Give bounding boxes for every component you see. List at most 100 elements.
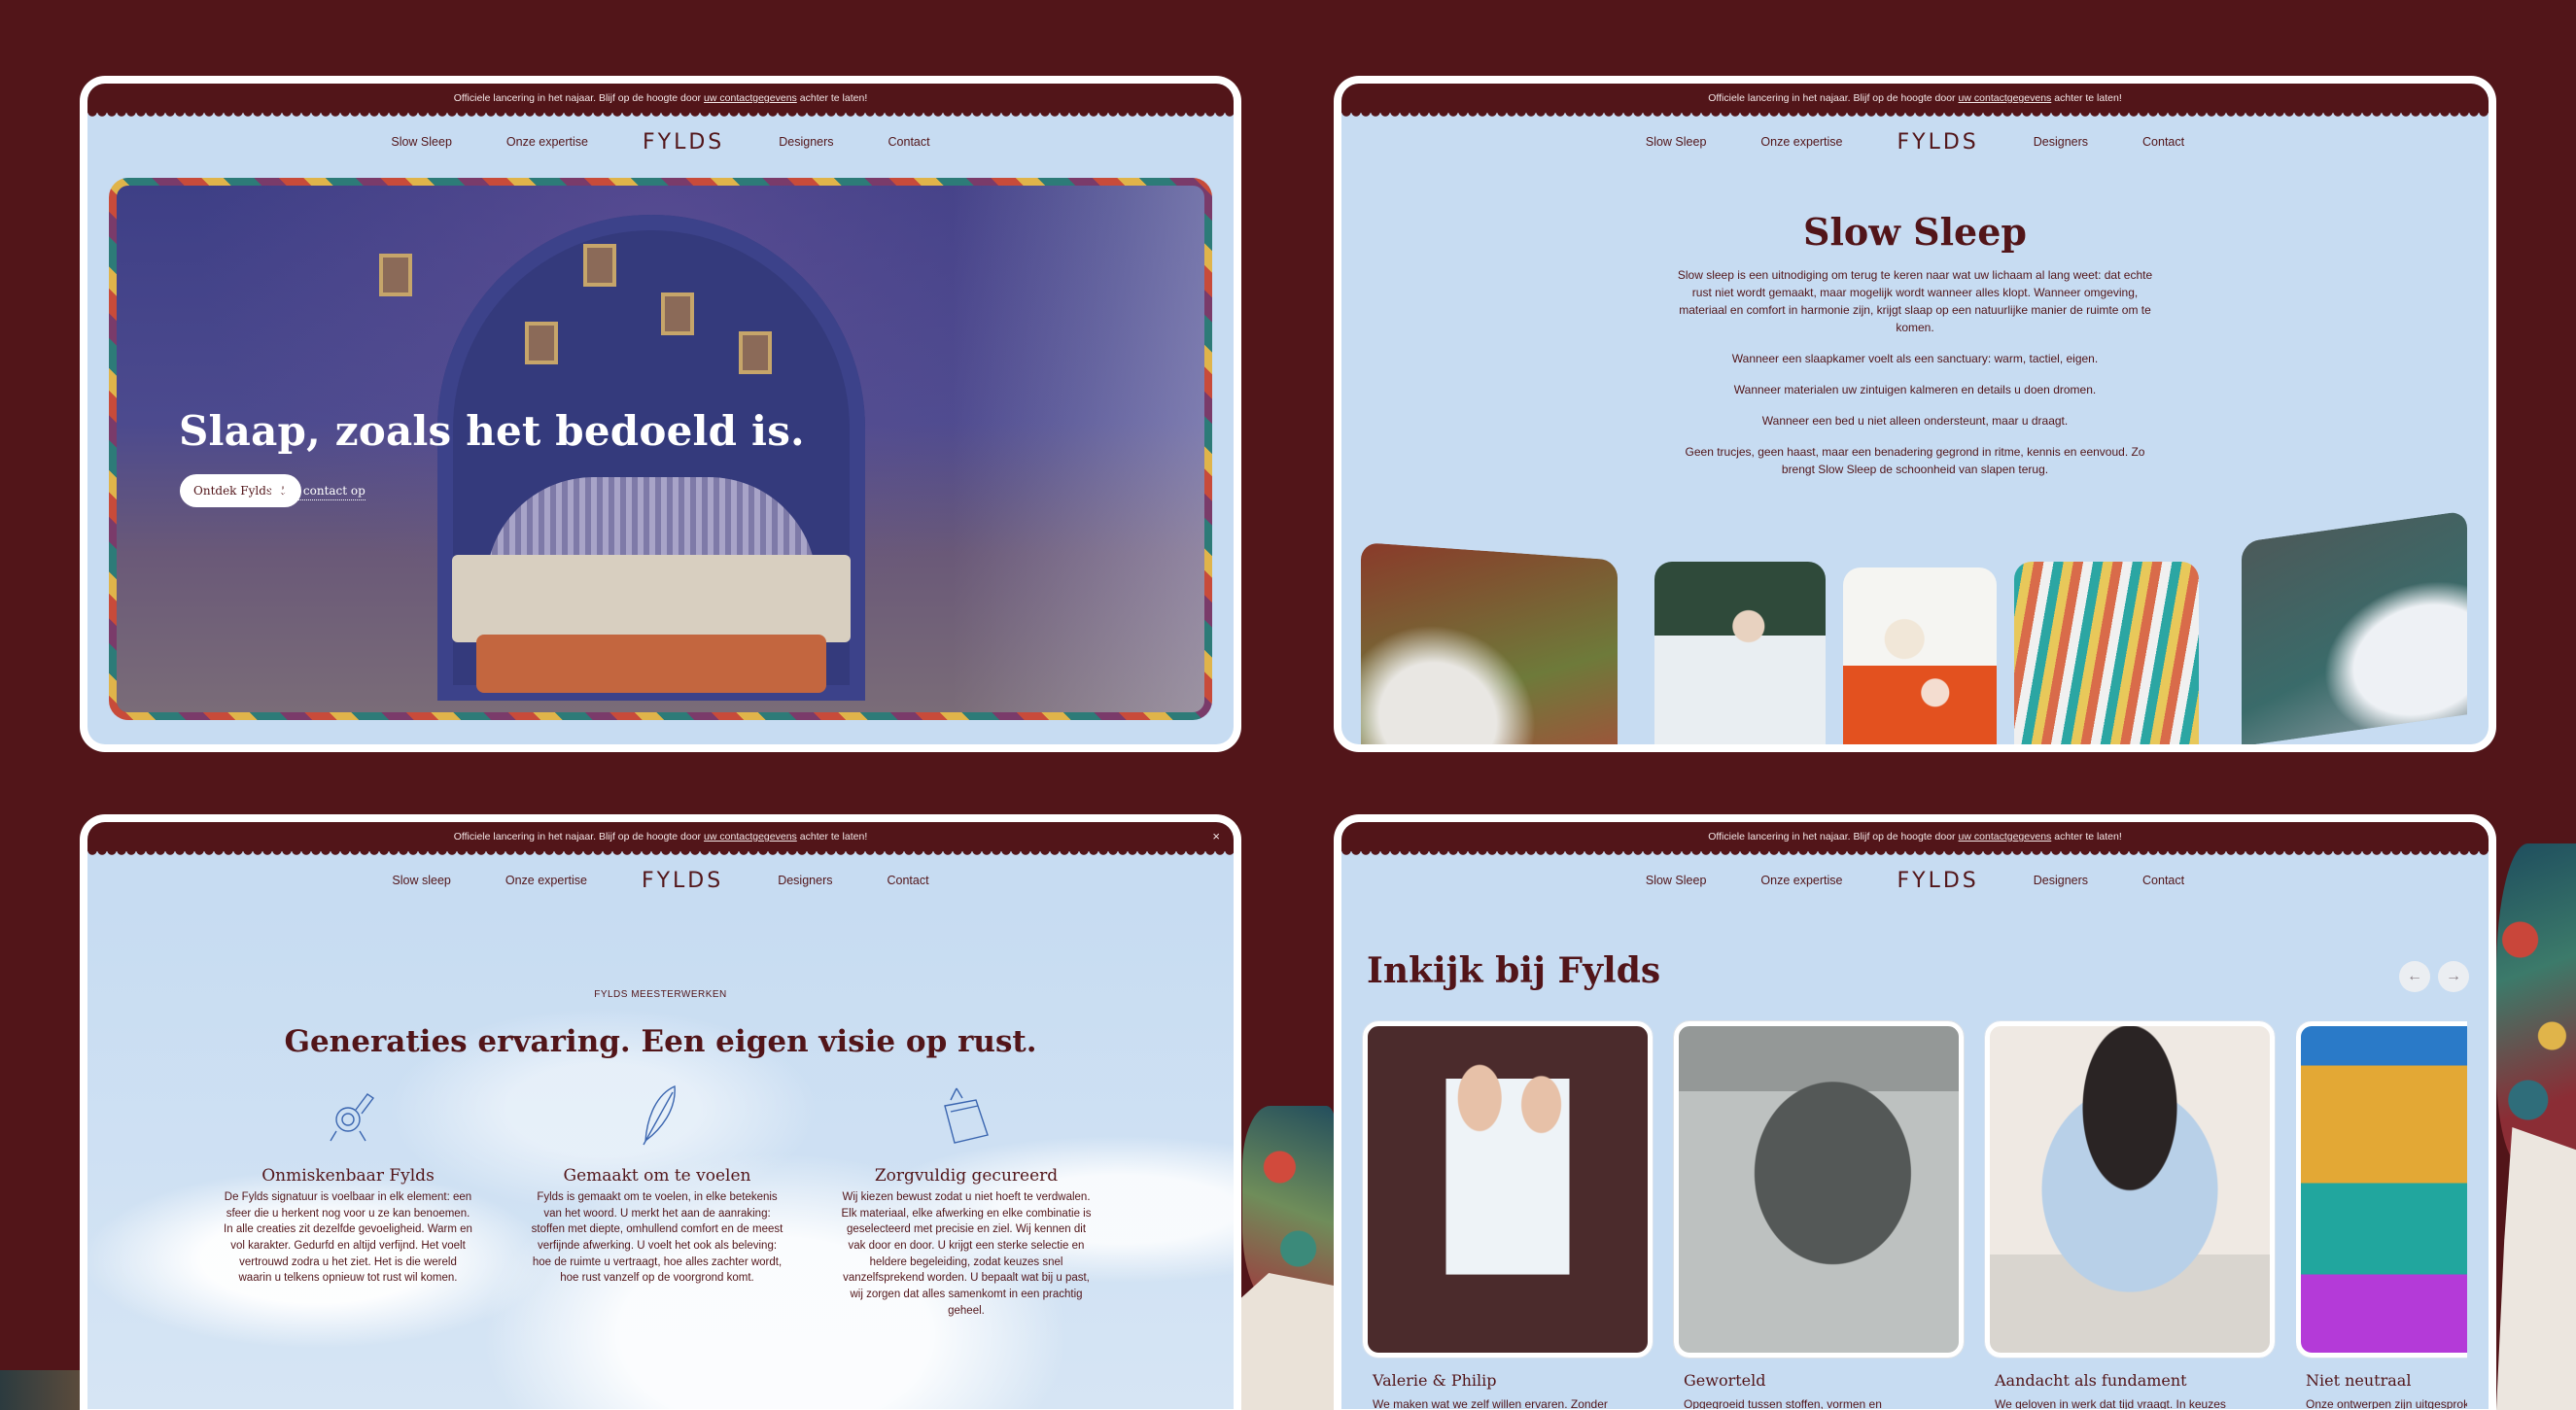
announcement-text: Officiele lancering in het najaar. Blijf… [453, 92, 702, 104]
meesterwerken-panel: Officiele lancering in het najaar. Blijf… [80, 814, 1241, 1410]
hero-panel: Officiele lancering in het najaar. Blijf… [80, 76, 1241, 752]
nav-item-slow-sleep[interactable]: Slow sleep [392, 874, 450, 887]
arrow-left-icon: ← [2407, 968, 2422, 984]
curtain [952, 186, 1204, 712]
feature-title: Gemaakt om te voelen [563, 1166, 751, 1186]
nav-item-contact[interactable]: Contact [2142, 135, 2184, 149]
nav-item-onze-expertise[interactable]: Onze expertise [1760, 135, 1842, 149]
close-icon[interactable]: × [1212, 829, 1220, 843]
hero-title: Slaap, zoals het bedoeld is. [179, 407, 805, 455]
gallery-image-wool [1843, 567, 1997, 744]
hero-image: Slaap, zoals het bedoeld is. Ontdek Fyld… [109, 178, 1212, 720]
feature-text: Wij kiezen bewust zodat u niet hoeft te … [841, 1191, 1092, 1317]
story-text: Opgegroeid tussen stoffen, vormen en [1684, 1397, 1882, 1409]
slow-sleep-paragraph: Wanneer een slaapkamer voelt als een san… [1731, 352, 2099, 365]
nav-item-designers[interactable]: Designers [779, 135, 833, 149]
announcement-text-end: achter te laten! [2054, 831, 2122, 843]
slow-sleep-paragraph: Wanneer materialen uw zintuigen kalmeren… [1733, 383, 2097, 396]
story-title: Aandacht als fundament [1995, 1371, 2187, 1390]
slow-sleep-panel: Officiele lancering in het najaar. Blijf… [1334, 76, 2496, 752]
nav-item-onze-expertise[interactable]: Onze expertise [1760, 874, 1842, 887]
gallery-image-craftsman [1654, 562, 1826, 744]
wall-picture [739, 331, 772, 374]
announcement-text: Officiele lancering in het najaar. Blijf… [453, 831, 702, 843]
nav-item-designers[interactable]: Designers [2034, 874, 2088, 887]
section-eyebrow: FYLDS MEESTERWERKEN [594, 989, 727, 1000]
logo[interactable]: FYLDS [1897, 130, 1978, 155]
announcement-link[interactable]: uw contactgegevens [1959, 831, 2052, 843]
meesterwerken-screen: Officiele lancering in het najaar. Blijf… [87, 822, 1234, 1409]
story-text: We geloven in werk dat tijd vraagt. In k… [1995, 1397, 2226, 1409]
story-card[interactable]: Valerie & Philip We maken wat we zelf wi… [1362, 1020, 1654, 1409]
nav-item-contact[interactable]: Contact [888, 135, 930, 149]
nav-item-onze-expertise[interactable]: Onze expertise [506, 135, 588, 149]
story-image [1673, 1020, 1965, 1358]
seal-stamp-icon [330, 1093, 375, 1142]
main-nav: Slow Sleep Onze expertise FYLDS Designer… [87, 113, 1234, 171]
main-nav: Slow Sleep Onze expertise FYLDS Designer… [1341, 113, 2489, 171]
announcement-link[interactable]: uw contactgegevens [704, 92, 797, 104]
story-text: We maken wat we zelf willen ervaren. Zon… [1373, 1397, 1608, 1409]
slow-sleep-paragraph: Wanneer een bed u niet alleen ondersteun… [1761, 414, 2069, 428]
announcement-link[interactable]: uw contactgegevens [704, 831, 797, 843]
nav-item-contact[interactable]: Contact [887, 874, 928, 887]
story-title: Valerie & Philip [1373, 1371, 1497, 1390]
wall-picture [661, 292, 694, 335]
nav-item-designers[interactable]: Designers [2034, 135, 2088, 149]
nav-item-contact[interactable]: Contact [2142, 874, 2184, 887]
fabric-decoration [0, 1370, 80, 1410]
announcement-bar: Officiele lancering in het najaar. Blijf… [87, 84, 1234, 119]
feature-column: Onmiskenbaar Fylds De Fylds signatuur is… [222, 1077, 474, 1287]
announcement-text: Officiele lancering in het najaar. Blijf… [1708, 92, 1956, 104]
nav-item-designers[interactable]: Designers [778, 874, 832, 887]
arrow-right-icon: → [2446, 968, 2461, 984]
nav-item-slow-sleep[interactable]: Slow Sleep [1646, 874, 1707, 887]
contact-link[interactable]: Neem contact op [264, 484, 366, 500]
floral-fabric-decoration [2496, 843, 2576, 1164]
wall-picture [583, 244, 616, 287]
main-nav: Slow Sleep Onze expertise FYLDS Designer… [1341, 851, 2489, 910]
carousel-next-button[interactable]: → [2438, 961, 2469, 992]
bed [452, 555, 851, 642]
ontdek-fylds-label: Ontdek Fylds [193, 484, 273, 498]
logo[interactable]: FYLDS [643, 130, 724, 155]
announcement-text-end: achter te laten! [799, 92, 868, 104]
gallery-image-fabric [1361, 542, 1618, 744]
slow-sleep-title: Slow Sleep [1803, 210, 2027, 254]
inkijk-title: Inkijk bij Fylds [1367, 950, 1661, 991]
feature-column: Gemaakt om te voelen Fylds is gemaakt om… [531, 1077, 783, 1287]
gallery-image-bedroom [2242, 510, 2467, 744]
logo[interactable]: FYLDS [1897, 869, 1978, 893]
story-card[interactable]: Geworteld Opgegroeid tussen stoffen, vor… [1673, 1020, 1965, 1409]
slow-sleep-text: Slow sleep is een uitnodiging om terug t… [1672, 266, 2158, 492]
nav-item-slow-sleep[interactable]: Slow Sleep [1646, 135, 1707, 149]
slow-sleep-paragraph: Geen trucjes, geen haast, maar een benad… [1685, 445, 2145, 476]
slow-sleep-paragraph: Slow sleep is een uitnodiging om terug t… [1677, 268, 2153, 334]
story-image [1984, 1020, 2276, 1358]
gallery-image-swatches [2014, 562, 2199, 744]
section-title: Generaties ervaring. Een eigen visie op … [284, 1024, 1037, 1059]
announcement-link[interactable]: uw contactgegevens [1959, 92, 2052, 104]
bench [476, 635, 826, 693]
story-title: Niet neutraal [2306, 1371, 2412, 1390]
story-card[interactable]: Niet neutraal Onze ontwerpen zijn uitges… [2296, 1021, 2467, 1409]
wall-picture [379, 254, 412, 296]
torn-paper-decoration [1238, 1273, 1340, 1410]
story-card[interactable]: Aandacht als fundament We geloven in wer… [1984, 1020, 2276, 1409]
announcement-text: Officiele lancering in het najaar. Blijf… [1708, 831, 1956, 843]
carousel-prev-button[interactable]: ← [2399, 961, 2430, 992]
story-title: Geworteld [1684, 1371, 1766, 1390]
story-image [2296, 1021, 2467, 1358]
feature-title: Zorgvuldig gecureerd [874, 1166, 1059, 1186]
main-nav: Slow sleep Onze expertise FYLDS Designer… [87, 851, 1234, 910]
nav-item-slow-sleep[interactable]: Slow Sleep [391, 135, 452, 149]
announcement-bar: Officiele lancering in het najaar. Blijf… [87, 822, 1234, 857]
feature-text: Fylds is gemaakt om te voelen, in elke b… [531, 1191, 783, 1285]
fabric-swatch-icon [944, 1087, 989, 1144]
wall-picture [525, 322, 558, 364]
feature-title: Onmiskenbaar Fylds [261, 1166, 435, 1186]
nav-item-onze-expertise[interactable]: Onze expertise [505, 874, 587, 887]
announcement-bar: Officiele lancering in het najaar. Blijf… [1341, 84, 2489, 119]
logo[interactable]: FYLDS [642, 869, 723, 893]
slow-sleep-screen: Officiele lancering in het najaar. Blijf… [1341, 84, 2489, 744]
